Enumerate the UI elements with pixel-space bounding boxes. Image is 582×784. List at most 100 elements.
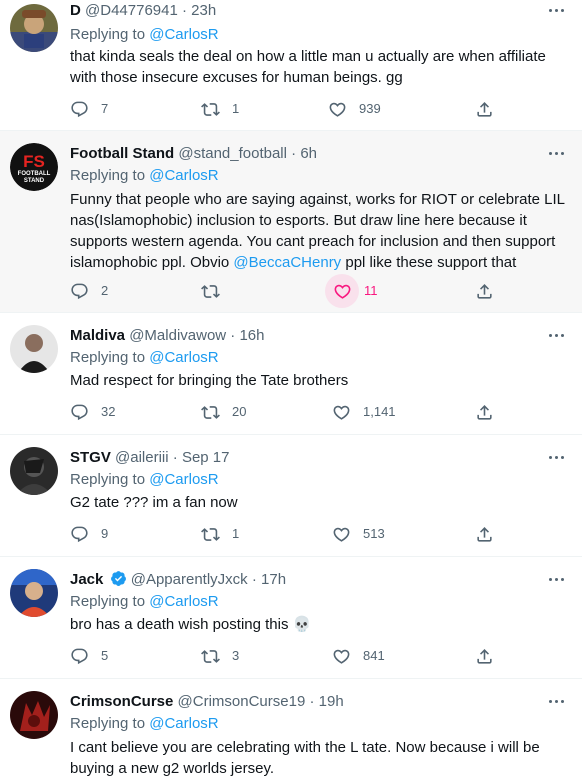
retweet-button[interactable]	[201, 281, 220, 301]
like-button[interactable]: 513	[332, 524, 385, 544]
retweet-icon	[201, 100, 220, 119]
reply-icon	[70, 403, 89, 422]
retweet-count: 1	[232, 101, 240, 116]
tweet-text-line: nas(Islamophobic) inclusion to esports. …	[70, 212, 527, 229]
avatar[interactable]	[10, 325, 58, 373]
tweet-text-line: buying a new g2 worlds jersey.	[70, 760, 274, 777]
handle[interactable]: @aileriii	[115, 449, 169, 466]
timestamp[interactable]: 17h	[261, 571, 286, 588]
share-icon	[475, 525, 494, 544]
retweet-count: 3	[232, 648, 240, 663]
more-icon[interactable]	[546, 325, 568, 345]
retweet-button[interactable]: 20	[201, 402, 246, 422]
timestamp[interactable]: 23h	[191, 2, 216, 19]
replying-to: Replying to @CarlosR	[70, 165, 219, 187]
retweet-button[interactable]: 1	[201, 99, 239, 119]
tweet[interactable]: CrimsonCurse @CrimsonCurse19 · 19h Reply…	[0, 679, 582, 784]
replying-to-link[interactable]: @CarlosR	[149, 593, 218, 610]
retweet-button[interactable]: 3	[201, 646, 239, 666]
share-button[interactable]	[475, 402, 494, 422]
tweet-text-line: I cant believe you are celebrating with …	[70, 739, 540, 756]
timestamp[interactable]: 19h	[319, 693, 344, 710]
heart-icon	[332, 647, 351, 666]
avatar[interactable]: FS FOOTBALL STAND	[10, 143, 58, 191]
tweet-text: bro has a death wish posting this 💀	[70, 614, 570, 635]
like-button[interactable]: 11	[325, 274, 378, 308]
tweet-text-line: bro has a death wish posting this 💀	[70, 616, 312, 633]
share-button[interactable]	[475, 281, 494, 301]
reply-button[interactable]: 32	[70, 402, 115, 422]
display-name[interactable]: STGV	[70, 449, 111, 466]
avatar[interactable]	[10, 4, 58, 52]
share-button[interactable]	[475, 646, 494, 666]
display-name[interactable]: CrimsonCurse	[70, 693, 173, 710]
like-count: 939	[359, 101, 381, 116]
replying-to-link[interactable]: @CarlosR	[149, 26, 218, 43]
reply-count: 9	[101, 526, 109, 541]
tweet-header: Jack @ApparentlyJxck · 17h	[70, 571, 287, 588]
replying-to-link[interactable]: @CarlosR	[149, 471, 218, 488]
share-button[interactable]	[475, 99, 494, 119]
tweet-text-line: with those insecure excuses for human be…	[70, 69, 403, 86]
more-icon[interactable]	[546, 691, 568, 711]
more-icon[interactable]	[546, 569, 568, 589]
tweet-actions: 7 1 939	[70, 99, 500, 119]
tweet-header: Maldiva @Maldivawow · 16h	[70, 327, 265, 344]
reply-icon	[70, 100, 89, 119]
display-name[interactable]: Jack	[70, 571, 103, 588]
tweet[interactable]: Maldiva @Maldivawow · 16h Replying to @C…	[0, 313, 582, 435]
more-icon[interactable]	[546, 0, 568, 20]
replying-prefix: Replying to	[70, 167, 146, 184]
tweet-text: Mad respect for bringing the Tate brothe…	[70, 370, 570, 391]
tweet-text: G2 tate ??? im a fan now	[70, 492, 570, 513]
replying-to-link[interactable]: @CarlosR	[149, 715, 218, 732]
handle[interactable]: @Maldivawow	[129, 327, 226, 344]
tweet[interactable]: STGV @aileriii · Sep 17 Replying to @Car…	[0, 435, 582, 557]
retweet-icon	[201, 525, 220, 544]
mention-link[interactable]: @BeccaCHenry	[233, 254, 341, 271]
reply-button[interactable]: 2	[70, 281, 108, 301]
like-button[interactable]: 841	[332, 646, 385, 666]
share-icon	[475, 282, 494, 301]
reply-button[interactable]: 7	[70, 99, 108, 119]
more-icon[interactable]	[546, 447, 568, 467]
retweet-icon	[201, 647, 220, 666]
handle[interactable]: @ApparentlyJxck	[131, 571, 248, 588]
avatar[interactable]	[10, 569, 58, 617]
reply-button[interactable]: 9	[70, 524, 108, 544]
tweet-text: that kinda seals the deal on how a littl…	[70, 46, 570, 88]
tweet[interactable]: FS FOOTBALL STAND Football Stand @stand_…	[0, 131, 582, 313]
tweet[interactable]: D @D44776941 · 23h Replying to @CarlosR …	[0, 0, 582, 131]
share-icon	[475, 403, 494, 422]
avatar[interactable]	[10, 447, 58, 495]
like-button[interactable]: 939	[328, 99, 381, 119]
timestamp[interactable]: 6h	[300, 145, 317, 162]
handle[interactable]: @stand_football	[178, 145, 287, 162]
retweet-count: 1	[232, 526, 240, 541]
verified-badge-icon	[110, 571, 126, 586]
like-button[interactable]: 1,141	[332, 402, 396, 422]
handle[interactable]: @CrimsonCurse19	[178, 693, 306, 710]
handle[interactable]: @D44776941	[85, 2, 178, 19]
retweet-button[interactable]: 1	[201, 524, 239, 544]
reply-button[interactable]: 5	[70, 646, 108, 666]
reply-icon	[70, 525, 89, 544]
timestamp[interactable]: Sep 17	[182, 449, 230, 466]
more-icon[interactable]	[546, 143, 568, 163]
like-count: 1,141	[363, 404, 396, 419]
replying-prefix: Replying to	[70, 349, 146, 366]
timestamp[interactable]: 16h	[239, 327, 264, 344]
replying-to-link[interactable]: @CarlosR	[149, 167, 218, 184]
like-count: 513	[363, 526, 385, 541]
tweet-text: Funny that people who are saying against…	[70, 189, 570, 273]
avatar[interactable]	[10, 691, 58, 739]
replying-to-link[interactable]: @CarlosR	[149, 349, 218, 366]
display-name[interactable]: D	[70, 2, 81, 19]
share-button[interactable]	[475, 524, 494, 544]
tweet[interactable]: Jack @ApparentlyJxck · 17h Replying to @…	[0, 557, 582, 679]
avatar-logo-text: FOOTBALL	[18, 171, 51, 177]
tweet-header: D @D44776941 · 23h	[70, 2, 217, 19]
display-name[interactable]: Maldiva	[70, 327, 125, 344]
replying-to: Replying to @CarlosR	[70, 347, 219, 369]
display-name[interactable]: Football Stand	[70, 145, 174, 162]
